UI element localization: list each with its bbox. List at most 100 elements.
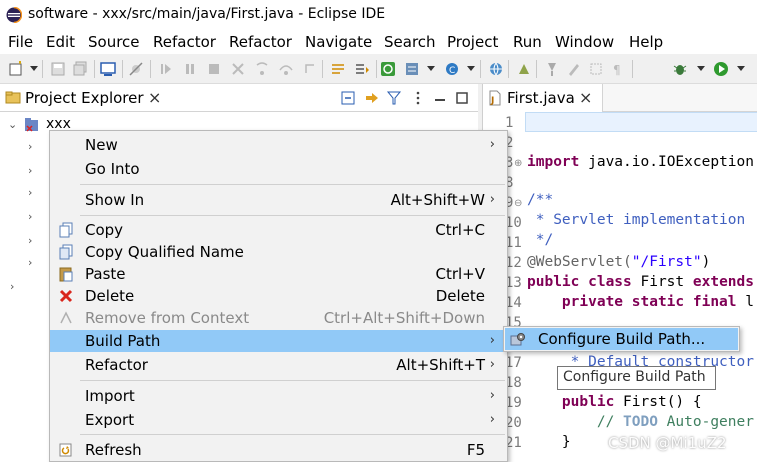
menu-item-shortcut: Delete: [435, 287, 485, 305]
menu-item-remove-from-context[interactable]: Remove from Context Ctrl+Alt+Shift+Down: [50, 307, 507, 329]
code-line-annotation[interactable]: @WebServlet("/First"): [527, 254, 710, 270]
fold-plus-icon[interactable]: ⊕: [514, 158, 522, 169]
menu-search[interactable]: Search: [384, 33, 436, 51]
menu-item-refactor[interactable]: Refactor Alt+Shift+T ›: [50, 354, 507, 376]
skip-breakpoints-icon[interactable]: [128, 61, 144, 77]
new-class-icon[interactable]: C: [444, 61, 460, 77]
code-line-class[interactable]: public class First extends: [527, 274, 754, 290]
menu-item-show-in[interactable]: Show In Alt+Shift+W ›: [50, 189, 507, 211]
show-whitespace-icon[interactable]: ¶: [610, 61, 626, 77]
code-keyword: import: [527, 154, 580, 170]
editor-tab-first-java[interactable]: J First.java ×: [483, 84, 603, 112]
new-dropdown-icon[interactable]: [30, 66, 38, 71]
main-toolbar: C ¶: [0, 54, 757, 84]
menu-project[interactable]: Project: [447, 33, 498, 51]
new-server-icon[interactable]: [404, 61, 420, 77]
block-selection-icon[interactable]: [588, 61, 604, 77]
menu-item-go-into[interactable]: Go Into: [50, 158, 507, 180]
project-explorer-tab-label[interactable]: Project Explorer: [25, 89, 144, 107]
step-return-icon[interactable]: [302, 61, 318, 77]
run-external-icon[interactable]: [516, 61, 532, 77]
code-line-field[interactable]: private static final l: [527, 294, 754, 310]
debug-server-icon[interactable]: [380, 61, 396, 77]
close-icon[interactable]: ×: [579, 88, 592, 107]
submenu-arrow-icon: ›: [489, 137, 495, 152]
run-icon[interactable]: [713, 61, 729, 77]
save-icon[interactable]: [50, 61, 66, 77]
menu-item-label: Paste: [85, 265, 126, 283]
menu-item-build-path[interactable]: Build Path ›: [50, 330, 507, 352]
toolbar-separator: [632, 60, 633, 78]
maximize-icon[interactable]: [454, 90, 470, 106]
terminate-icon[interactable]: [206, 61, 222, 77]
code-line-import[interactable]: import java.io.IOException: [527, 154, 754, 170]
code-text: First() {: [614, 394, 702, 410]
menu-file[interactable]: File: [8, 33, 33, 51]
line-number: 1: [505, 115, 514, 131]
view-menu-icon[interactable]: [410, 90, 426, 106]
code-line-ctor[interactable]: public First() {: [527, 394, 702, 410]
fold-minus-icon[interactable]: ⊖: [514, 198, 522, 209]
collapsed-chevron-icon[interactable]: ›: [28, 256, 32, 269]
step-over-icon[interactable]: [278, 61, 294, 77]
collapsed-chevron-icon[interactable]: ›: [28, 140, 32, 153]
menu-refactor-2[interactable]: Refactor: [229, 33, 292, 51]
menu-window[interactable]: Window: [555, 33, 614, 51]
resume-icon[interactable]: [158, 61, 174, 77]
minimize-icon[interactable]: [432, 90, 448, 106]
project-explorer-tabbar: Project Explorer ×: [0, 84, 478, 112]
use-step-filters-icon[interactable]: [330, 61, 346, 77]
menu-item-new[interactable]: New ›: [50, 134, 507, 156]
code-keyword: private static final: [527, 294, 737, 310]
collapsed-chevron-icon[interactable]: ›: [28, 210, 32, 223]
new-class-dropdown-icon[interactable]: [467, 66, 475, 71]
code-line-javadoc-close[interactable]: */: [527, 232, 553, 248]
collapsed-chevron-icon[interactable]: ›: [10, 280, 14, 293]
menu-item-copy-qualified-name[interactable]: Copy Qualified Name: [50, 241, 507, 263]
debug-icon[interactable]: [672, 61, 688, 77]
menu-run[interactable]: Run: [513, 33, 542, 51]
menu-edit[interactable]: Edit: [46, 33, 75, 51]
code-line-close-brace[interactable]: }: [527, 434, 571, 450]
collapsed-chevron-icon[interactable]: ›: [28, 234, 32, 247]
code-text: First: [631, 274, 693, 290]
code-line-todo[interactable]: // TODO Auto-gener: [527, 414, 754, 430]
close-icon[interactable]: ×: [148, 88, 161, 107]
step-into-icon[interactable]: [254, 61, 270, 77]
menu-item-label: Export: [85, 411, 135, 429]
disconnect-icon[interactable]: [230, 61, 246, 77]
menu-item-copy[interactable]: Copy Ctrl+C: [50, 219, 507, 241]
menu-item-paste[interactable]: Paste Ctrl+V: [50, 263, 507, 285]
console-icon[interactable]: [100, 61, 116, 77]
menu-item-configure-build-path[interactable]: Configure Build Path...: [505, 328, 738, 350]
context-menu: New › Go Into Show In Alt+Shift+W › Copy…: [49, 130, 508, 462]
menu-item-import[interactable]: Import ›: [50, 385, 507, 407]
code-line-javadoc[interactable]: * Servlet implementation: [527, 212, 746, 228]
menu-item-delete[interactable]: Delete Delete: [50, 285, 507, 307]
filter-icon[interactable]: [386, 90, 402, 106]
menu-item-refresh[interactable]: Refresh F5: [50, 439, 507, 461]
debug-dropdown-icon[interactable]: [697, 66, 705, 71]
code-line-javadoc-open[interactable]: /**: [527, 192, 553, 208]
run-dropdown-icon[interactable]: [737, 66, 745, 71]
menu-item-export[interactable]: Export ›: [50, 409, 507, 431]
save-all-icon[interactable]: [72, 61, 88, 77]
link-with-editor-icon[interactable]: [364, 90, 380, 106]
menu-refactor[interactable]: Refactor: [153, 33, 216, 51]
menu-help[interactable]: Help: [629, 33, 663, 51]
menu-item-label: Import: [85, 387, 135, 405]
collapse-all-icon[interactable]: [340, 90, 356, 106]
toggle-mark-occurrences-icon[interactable]: [544, 61, 560, 77]
new-server-dropdown-icon[interactable]: [427, 66, 435, 71]
menu-separator: [80, 215, 505, 216]
menu-source[interactable]: Source: [88, 33, 140, 51]
collapsed-chevron-icon[interactable]: ›: [28, 186, 32, 199]
toggle-edit-icon[interactable]: [566, 61, 582, 77]
suspend-icon[interactable]: [182, 61, 198, 77]
collapsed-chevron-icon[interactable]: ›: [28, 164, 32, 177]
new-icon[interactable]: [8, 61, 24, 77]
open-task-icon[interactable]: [354, 61, 370, 77]
menu-navigate[interactable]: Navigate: [305, 33, 372, 51]
globe-icon[interactable]: [488, 61, 504, 77]
expanded-chevron-icon[interactable]: ⌄: [8, 118, 17, 131]
